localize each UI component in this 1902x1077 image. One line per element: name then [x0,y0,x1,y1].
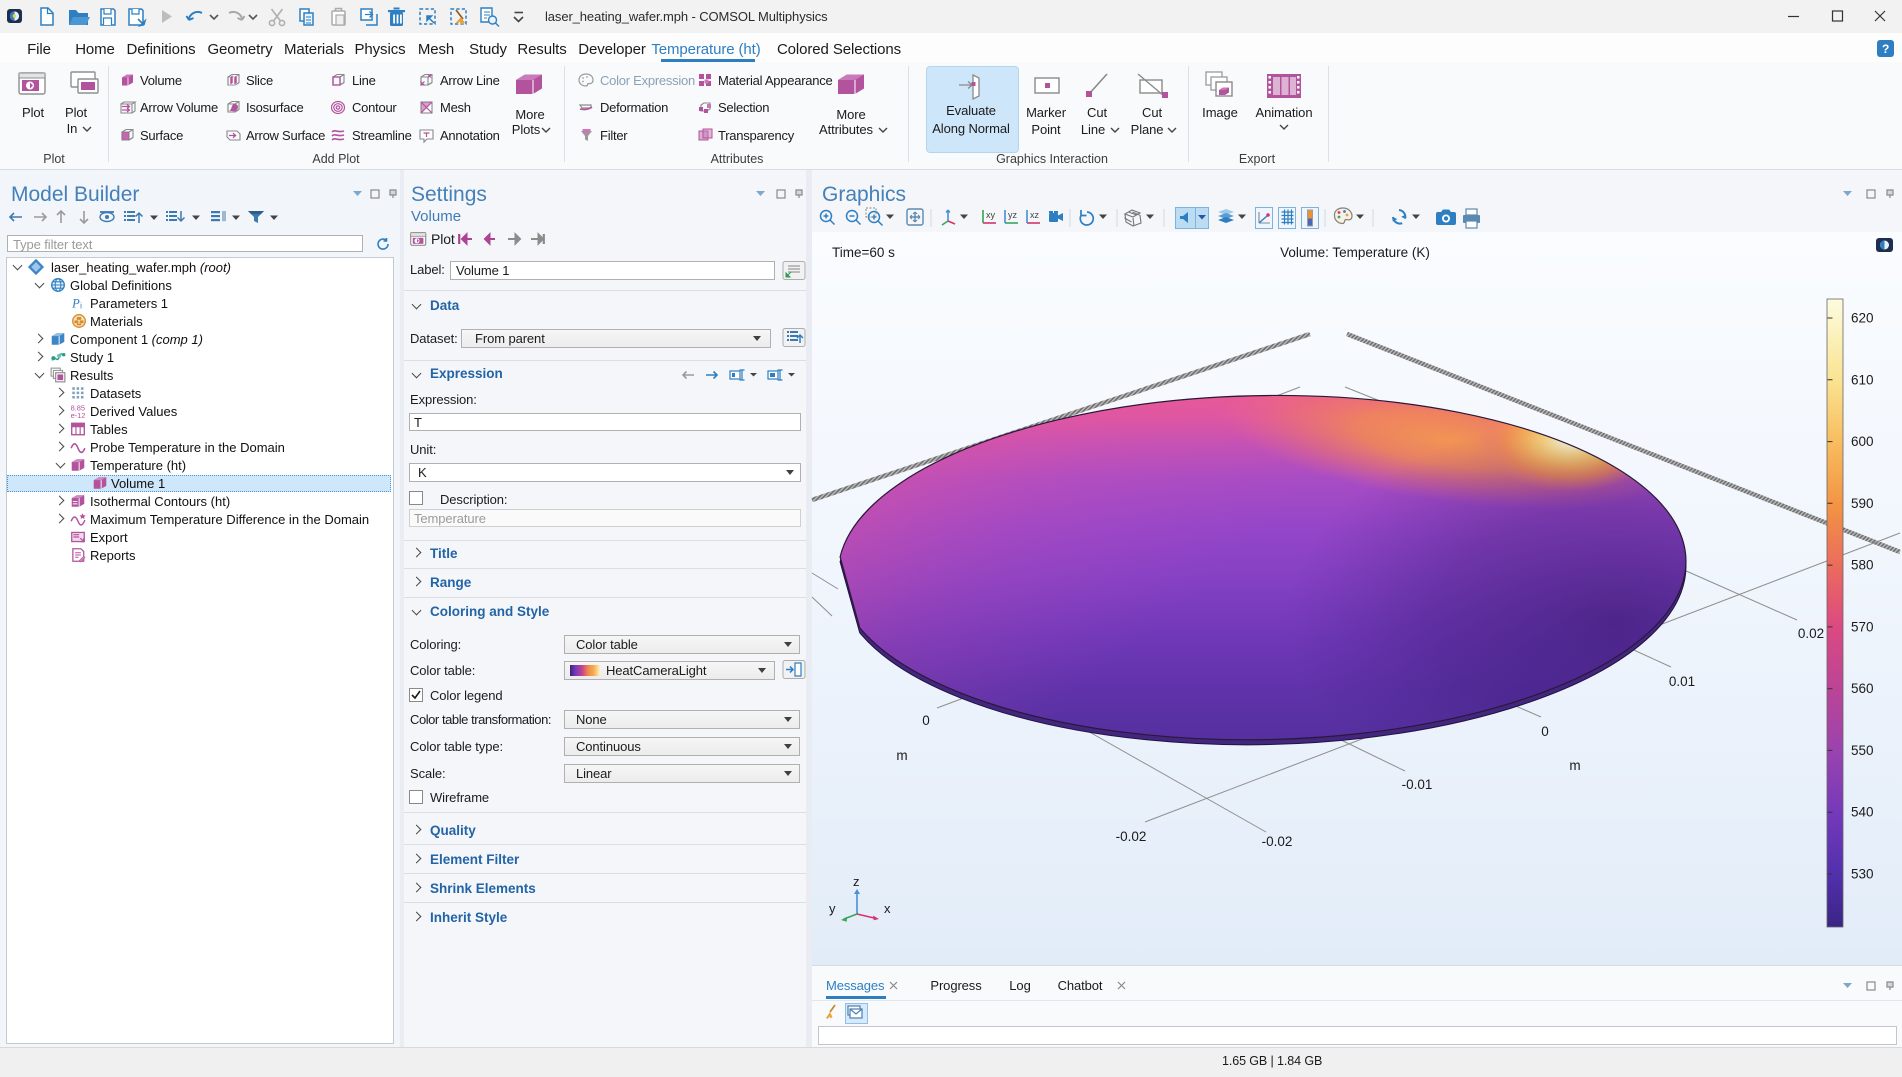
svg-text:570: 570 [1851,619,1874,634]
svg-text:Time=60 s: Time=60 s [832,245,895,260]
svg-text:550: 550 [1851,743,1874,758]
svg-text:530: 530 [1851,867,1874,882]
svg-text:0.02: 0.02 [1798,626,1824,641]
svg-text:0: 0 [1541,724,1549,739]
svg-text:0.01: 0.01 [1669,674,1695,689]
svg-text:m: m [896,748,907,763]
svg-text:m: m [1569,758,1580,773]
svg-text:e-12: e-12 [71,411,86,420]
svg-text:560: 560 [1851,681,1874,696]
svg-text:P: P [71,297,80,311]
svg-text:600: 600 [1851,434,1874,449]
svg-text:0: 0 [922,713,930,728]
svg-text:-0.02: -0.02 [1116,829,1147,844]
svg-text:610: 610 [1851,372,1874,387]
svg-text:i: i [80,302,82,311]
svg-text:xz: xz [1030,210,1040,220]
svg-text:x: x [884,901,891,916]
svg-text:xy: xy [986,210,996,220]
svg-text:-0.02: -0.02 [1262,834,1293,849]
svg-text:590: 590 [1851,496,1874,511]
svg-text:Volume: Temperature (K): Volume: Temperature (K) [1280,245,1430,260]
svg-text:z: z [853,874,860,889]
svg-text:y: y [829,901,836,916]
svg-text:-0.01: -0.01 [1402,777,1433,792]
svg-text:620: 620 [1851,311,1874,326]
svg-text:yz: yz [1008,210,1018,220]
svg-text:580: 580 [1851,558,1874,573]
svg-text:540: 540 [1851,805,1874,820]
